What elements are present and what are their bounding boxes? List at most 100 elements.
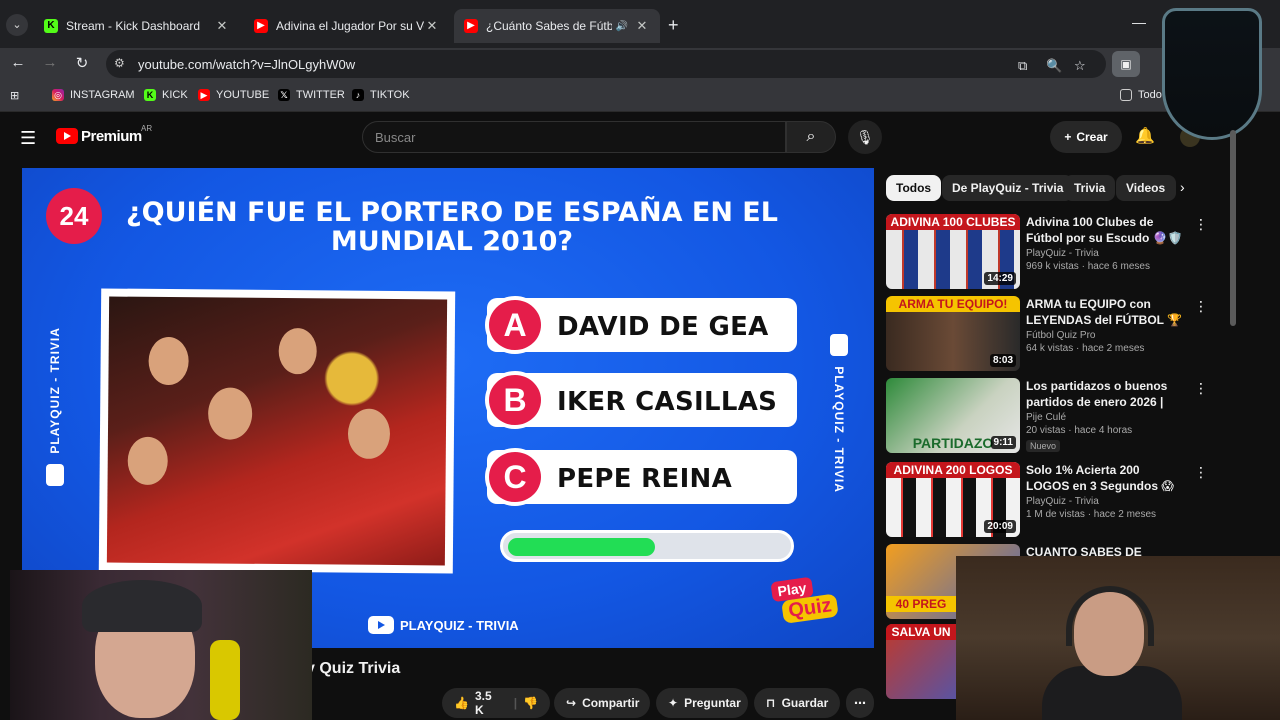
- youtube-brand[interactable]: Premium: [81, 128, 142, 145]
- create-button[interactable]: + Crear: [1050, 121, 1122, 153]
- tab-cuanto-sabes[interactable]: ▶ ¿Cuánto Sabes de Fútbol? 🔊 ✕: [454, 9, 660, 43]
- site-info-icon[interactable]: ⚙: [114, 56, 125, 70]
- duration-badge: 14:29: [984, 272, 1016, 285]
- address-bar[interactable]: ⚙ youtube.com/watch?v=JlnOLgyhW0w ⧉ 🔍 ☆: [106, 50, 1106, 78]
- bookmark-kick[interactable]: K KICK: [144, 89, 188, 101]
- question-number: 24: [46, 188, 102, 244]
- duration-badge: 20:09: [984, 520, 1016, 533]
- tab-kick-dashboard[interactable]: K Stream - Kick Dashboard ✕: [34, 9, 240, 43]
- video-meta: ARMA tu EQUIPO con LEYENDAS del FÚTBOL 🏆…: [1026, 296, 1186, 354]
- video-title[interactable]: ARMA tu EQUIPO con LEYENDAS del FÚTBOL 🏆…: [1026, 296, 1186, 328]
- chip-de-playquiz[interactable]: De PlayQuiz - Trivia: [942, 175, 1074, 201]
- tab-search-icon[interactable]: ⌄: [6, 14, 28, 36]
- chevron-right-icon[interactable]: ›: [1180, 179, 1185, 195]
- more-vert-icon[interactable]: ⋮: [1194, 380, 1208, 397]
- thumbnail-text: ADIVINA 100 CLUBES: [886, 214, 1020, 230]
- new-tab-icon[interactable]: +: [668, 15, 679, 36]
- search-input[interactable]: Buscar: [362, 121, 786, 153]
- share-button[interactable]: ↪ Compartir: [554, 688, 650, 718]
- share-icon: ↪: [566, 696, 577, 710]
- video-meta: Adivina 100 Clubes de Fútbol por su Escu…: [1026, 214, 1186, 272]
- audio-icon[interactable]: 🔊: [616, 21, 628, 32]
- tab-strip: ⌄ K Stream - Kick Dashboard ✕ ▶ Adivina …: [0, 0, 1280, 48]
- more-vert-icon[interactable]: ⋮: [1194, 298, 1208, 315]
- url-text[interactable]: youtube.com/watch?v=JlnOLgyhW0w: [138, 57, 355, 72]
- question-text: ¿QUIÉN FUE EL PORTERO DE ESPAÑA EN EL MU…: [126, 197, 778, 257]
- more-actions-button[interactable]: ⋯: [846, 688, 874, 718]
- scrollbar[interactable]: [1230, 130, 1236, 326]
- tab-title: ¿Cuánto Sabes de Fútbol?: [486, 19, 612, 33]
- save-button[interactable]: ⊓ Guardar: [754, 688, 840, 718]
- install-icon[interactable]: ⧉: [1018, 58, 1027, 74]
- side-label-text: PLAYQUIZ - TRIVIA: [48, 327, 62, 455]
- channel-name[interactable]: Pije Culé: [1026, 412, 1186, 423]
- search-placeholder: Buscar: [375, 130, 416, 145]
- list-item[interactable]: ADIVINA 200 LOGOS 20:09 Solo 1% Acierta …: [886, 462, 1208, 540]
- channel-name[interactable]: PlayQuiz - Trivia: [1026, 496, 1186, 507]
- like-button[interactable]: 👍 3.5 K | 👎: [442, 688, 550, 718]
- video-stats: 20 vistas · hace 4 horas: [1026, 425, 1133, 436]
- timer-fill: [508, 538, 655, 556]
- video-title[interactable]: Adivina 100 Clubes de Fútbol por su Escu…: [1026, 214, 1186, 246]
- zoom-icon[interactable]: 🔍: [1046, 58, 1062, 74]
- chip-trivia[interactable]: Trivia: [1064, 175, 1116, 201]
- team-photo: [98, 288, 456, 574]
- video-title[interactable]: Los partidazos o buenos partidos de ener…: [1026, 378, 1186, 410]
- stream-overlay-shield: [1162, 8, 1262, 140]
- thumbs-down-icon[interactable]: 👎: [523, 696, 538, 710]
- bookmarks-folder[interactable]: Todo: [1120, 89, 1162, 101]
- close-icon[interactable]: ✕: [634, 18, 650, 34]
- voice-search-button[interactable]: 🎙: [848, 120, 882, 154]
- tab-adivina-jugador[interactable]: ▶ Adivina el Jugador Por su Voz ✕: [244, 9, 450, 43]
- extensions-icon[interactable]: ▣: [1112, 51, 1140, 77]
- answer-a: A DAVID DE GEA: [485, 296, 797, 354]
- apps-icon[interactable]: ⊞: [10, 89, 19, 102]
- video-thumbnail[interactable]: PARTIDAZO 9:11: [886, 378, 1020, 453]
- close-icon[interactable]: ✕: [214, 18, 230, 34]
- channel-name[interactable]: PlayQuiz - Trivia: [1026, 248, 1186, 259]
- video-thumbnail[interactable]: ADIVINA 100 CLUBES 14:29: [886, 214, 1020, 289]
- bookmark-youtube[interactable]: ▶ YOUTUBE: [198, 89, 269, 101]
- tab-title: Adivina el Jugador Por su Voz: [276, 19, 424, 33]
- list-item[interactable]: ADIVINA 100 CLUBES 14:29 Adivina 100 Clu…: [886, 214, 1208, 292]
- forward-icon[interactable]: →: [40, 54, 60, 71]
- video-title[interactable]: Solo 1% Acierta 200 LOGOS en 3 Segundos …: [1026, 462, 1186, 494]
- more-vert-icon[interactable]: ⋮: [1194, 216, 1208, 233]
- playquiz-logo: Play Quiz: [770, 570, 865, 640]
- instagram-icon: ◎: [52, 89, 64, 101]
- ask-button[interactable]: ✦ Preguntar: [656, 688, 748, 718]
- thumbs-up-icon: 👍: [454, 696, 469, 710]
- back-icon[interactable]: ←: [8, 54, 28, 71]
- answer-letter: C: [485, 448, 545, 506]
- share-label: Compartir: [582, 696, 640, 710]
- list-item[interactable]: PARTIDAZO 9:11 Los partidazos o buenos p…: [886, 378, 1208, 456]
- menu-icon[interactable]: ☰: [20, 128, 36, 149]
- play-icon: [830, 333, 848, 356]
- minimize-icon[interactable]: —: [1132, 14, 1146, 30]
- chip-todos[interactable]: Todos: [886, 175, 942, 201]
- youtube-icon: ▶: [464, 19, 478, 33]
- video-thumbnail[interactable]: ARMA TU EQUIPO! 8:03: [886, 296, 1020, 371]
- search-button[interactable]: ⌕: [786, 121, 836, 153]
- notifications-icon[interactable]: 🔔: [1135, 126, 1155, 146]
- thumbnail-text: ARMA TU EQUIPO!: [886, 296, 1020, 312]
- bookmark-instagram[interactable]: ◎ INSTAGRAM: [52, 89, 135, 101]
- headphones-icon: [1066, 586, 1154, 646]
- channel-name[interactable]: Fútbol Quiz Pro: [1026, 330, 1186, 341]
- list-item[interactable]: ARMA TU EQUIPO! 8:03 ARMA tu EQUIPO con …: [886, 296, 1208, 374]
- video-stats: 969 k vistas · hace 6 meses: [1026, 261, 1150, 272]
- bookmark-star-icon[interactable]: ☆: [1074, 58, 1086, 74]
- close-icon[interactable]: ✕: [424, 18, 440, 34]
- country-code: AR: [141, 124, 153, 133]
- team-photo-image: [106, 296, 448, 566]
- video-thumbnail[interactable]: ADIVINA 200 LOGOS 20:09: [886, 462, 1020, 537]
- duration-badge: 8:03: [989, 354, 1016, 367]
- webcam-left: [10, 570, 312, 720]
- more-vert-icon[interactable]: ⋮: [1194, 464, 1208, 481]
- bookmark-tiktok[interactable]: ♪ TIKTOK: [352, 89, 410, 101]
- channel-name-partial[interactable]: y Quiz Trivia: [306, 660, 400, 678]
- reload-icon[interactable]: ↻: [72, 54, 92, 72]
- youtube-logo-icon[interactable]: [56, 128, 78, 144]
- bookmark-twitter[interactable]: 𝕏 TWITTER: [278, 89, 345, 101]
- chip-videos[interactable]: Videos: [1116, 175, 1176, 201]
